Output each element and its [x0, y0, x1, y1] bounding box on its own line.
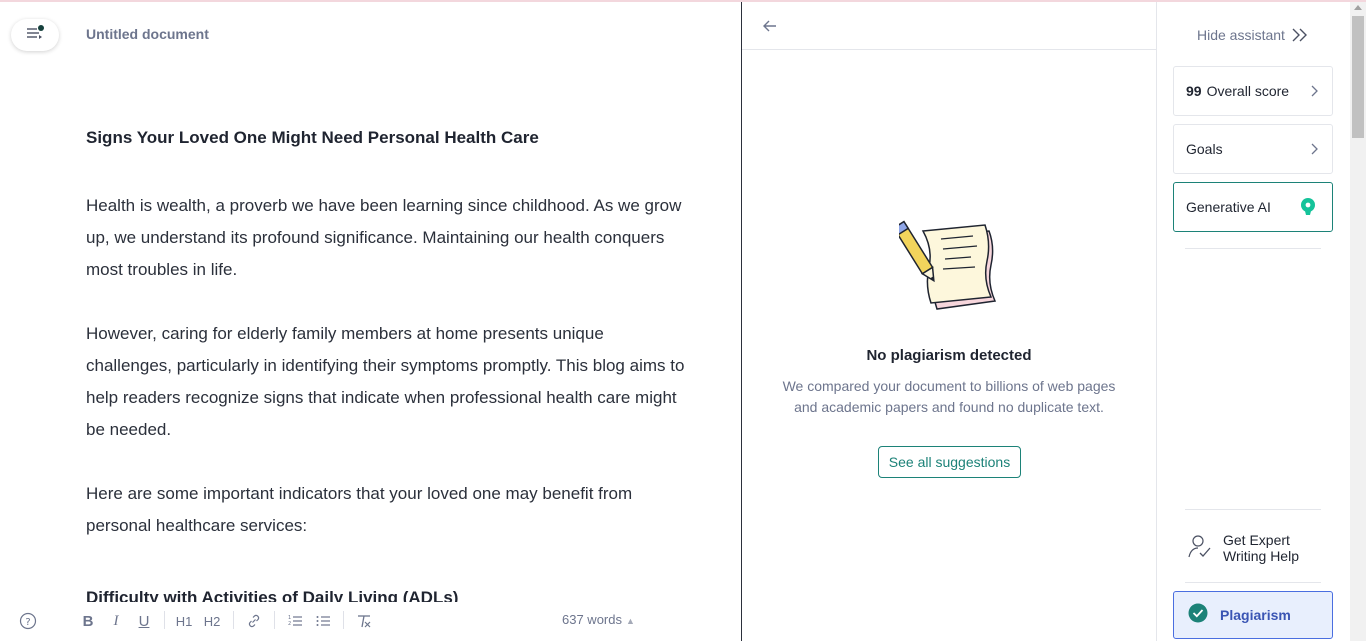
document-body[interactable]: Signs Your Loved One Might Need Personal… [86, 126, 686, 610]
overall-score-label: Overall score [1206, 83, 1290, 99]
generative-ai-label: Generative AI [1186, 199, 1271, 215]
menu-icon [24, 24, 46, 47]
heading1-button[interactable]: H1 [174, 610, 194, 632]
paragraph: However, caring for elderly family membe… [86, 324, 685, 439]
no-plagiarism-title: No plagiarism detected [866, 347, 1032, 364]
chevron-right-icon [1310, 83, 1320, 102]
link-icon[interactable] [244, 610, 264, 632]
toolbar-separator [274, 611, 275, 629]
double-chevron-right-icon [1291, 26, 1309, 44]
chevron-right-icon [1310, 141, 1320, 160]
paragraph: Health is wealth, a proverb we have been… [86, 196, 682, 279]
underline-button[interactable]: U [136, 610, 152, 632]
toolbar-separator [233, 611, 234, 629]
toolbar-separator [164, 611, 165, 629]
bold-button[interactable]: B [80, 610, 96, 632]
plagiarism-panel: No plagiarism detected We compared your … [742, 2, 1156, 641]
hide-assistant-label: Hide assistant [1197, 27, 1285, 43]
plagiarism-label: Plagiarism [1220, 607, 1291, 623]
document-title[interactable]: Untitled document [86, 26, 209, 42]
scrollbar-thumb[interactable] [1352, 16, 1364, 138]
paragraph: Here are some important indicators that … [86, 484, 633, 535]
expert-line2: Writing Help [1223, 548, 1299, 564]
svg-text:?: ? [25, 617, 30, 628]
italic-button[interactable]: I [108, 610, 124, 632]
generative-ai-card[interactable]: Generative AI [1173, 182, 1333, 232]
numbered-list-icon[interactable]: 12 [285, 610, 305, 632]
svg-text:2: 2 [288, 621, 291, 627]
heading2-button[interactable]: H2 [202, 610, 222, 632]
goals-card[interactable]: Goals [1173, 124, 1333, 174]
panel-header [742, 2, 1156, 50]
caret-up-icon: ▲ [625, 616, 635, 626]
expert-line1: Get Expert [1223, 532, 1290, 548]
sidebar-separator [1185, 582, 1321, 583]
sidebar-separator [1185, 248, 1321, 249]
scroll-up-arrow-icon[interactable] [1354, 5, 1362, 10]
help-icon[interactable]: ? [18, 610, 38, 632]
get-expert-writing-help-button[interactable]: Get Expert Writing Help [1187, 530, 1327, 566]
main-menu-button[interactable] [11, 19, 59, 51]
toolbar-separator [343, 611, 344, 629]
lightbulb-icon [1298, 197, 1318, 220]
assistant-sidebar: Hide assistant 99 Overall score Goals Ge… [1157, 2, 1350, 641]
check-circle-icon [1188, 603, 1208, 628]
document-heading: Signs Your Loved One Might Need Personal… [86, 128, 539, 147]
goals-label: Goals [1186, 141, 1223, 157]
bullet-list-icon[interactable] [313, 610, 333, 632]
no-plagiarism-description: We compared your document to billions of… [782, 378, 1116, 415]
expert-person-icon [1187, 533, 1213, 564]
word-count-label: 637 words [562, 612, 622, 627]
word-count[interactable]: 637 words ▲ [562, 612, 635, 627]
see-all-suggestions-button[interactable]: See all suggestions [878, 446, 1021, 478]
document-editor[interactable]: Untitled document Signs Your Loved One M… [0, 2, 741, 641]
hide-assistant-button[interactable]: Hide assistant [1197, 26, 1309, 44]
clear-formatting-icon[interactable] [354, 610, 374, 632]
overall-score-value: 99 [1186, 83, 1202, 99]
back-arrow-icon[interactable] [760, 16, 780, 36]
format-toolbar: ? B I U H1 H2 12 637 words ▲ [0, 602, 741, 641]
sidebar-separator [1185, 509, 1321, 510]
notepad-pencil-illustration [892, 217, 999, 312]
overall-score-card[interactable]: 99 Overall score [1173, 66, 1333, 116]
page-scrollbar[interactable] [1350, 2, 1366, 641]
plagiarism-button[interactable]: Plagiarism [1173, 591, 1333, 639]
